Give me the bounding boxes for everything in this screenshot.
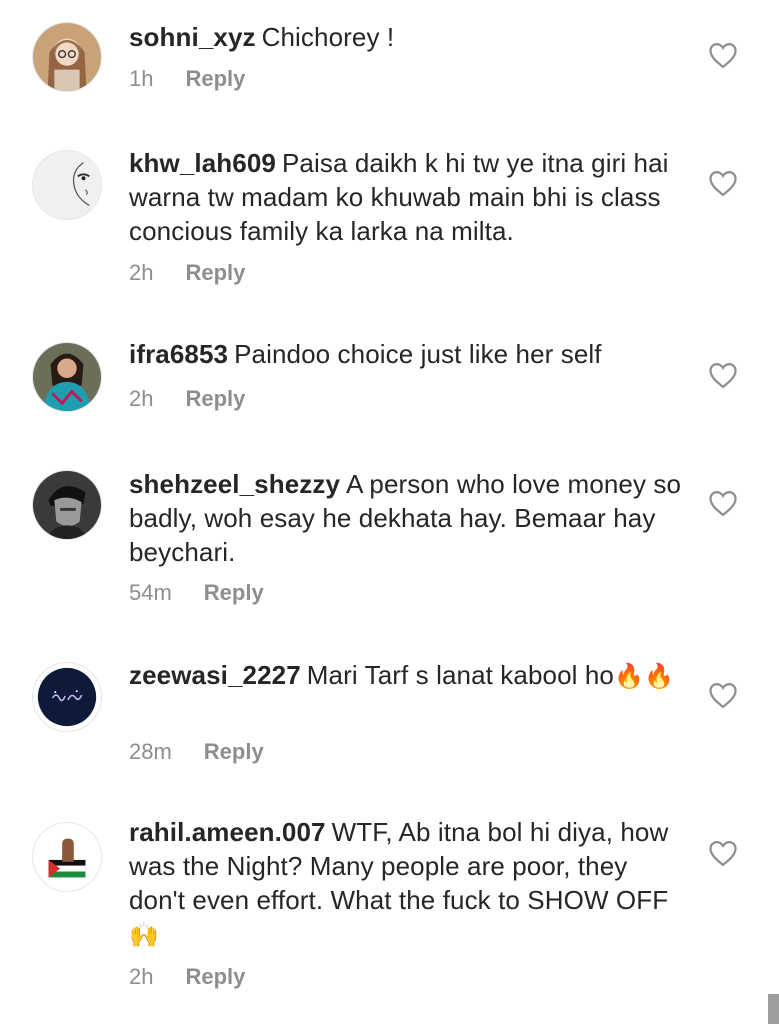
comment-text: rahil.ameen.007 WTF, Ab itna bol hi diya,… bbox=[129, 815, 689, 952]
comment-text: sohni_xyz Chichorey ! bbox=[129, 20, 689, 54]
like-heart-icon[interactable] bbox=[708, 169, 738, 197]
comment-text: khw_lah609 Paisa daikh k hi tw ye itna gi… bbox=[129, 146, 689, 248]
like-heart-icon[interactable] bbox=[708, 361, 738, 389]
comment-time: 28m bbox=[129, 739, 172, 764]
comment-time: 54m bbox=[129, 580, 172, 605]
script-logo-avatar-icon bbox=[33, 663, 101, 731]
comment-meta: 28m Reply bbox=[129, 739, 264, 765]
reply-button[interactable]: Reply bbox=[204, 580, 264, 605]
like-heart-icon[interactable] bbox=[708, 839, 738, 867]
avatar[interactable] bbox=[32, 342, 102, 412]
avatar[interactable] bbox=[32, 22, 102, 92]
reply-button[interactable]: Reply bbox=[185, 386, 245, 411]
reply-button[interactable]: Reply bbox=[204, 739, 264, 764]
comment-username[interactable]: sohni_xyz bbox=[129, 22, 256, 52]
face-sketch-avatar-icon bbox=[33, 151, 101, 219]
comment-time: 2h bbox=[129, 260, 154, 285]
comment-username[interactable]: ifra6853 bbox=[129, 339, 228, 369]
avatar[interactable] bbox=[32, 662, 102, 732]
comment-meta: 54m Reply bbox=[129, 580, 264, 606]
avatar[interactable] bbox=[32, 470, 102, 540]
comment-body: Chichorey ! bbox=[261, 22, 395, 52]
comment-body: Mari Tarf s lanat kabool ho bbox=[306, 660, 614, 690]
comment-text: shehzeel_shezzy A person who love money s… bbox=[129, 467, 689, 569]
comment-time: 1h bbox=[129, 66, 154, 91]
reply-button[interactable]: Reply bbox=[185, 66, 245, 91]
reply-button[interactable]: Reply bbox=[185, 260, 245, 285]
woman-portrait-avatar-icon bbox=[33, 343, 101, 411]
comment-time: 2h bbox=[129, 386, 154, 411]
comment-username[interactable]: zeewasi_2227 bbox=[129, 660, 301, 690]
comment-username[interactable]: shehzeel_shezzy bbox=[129, 469, 340, 499]
raising-hands-emoji-icon: 🙌 bbox=[129, 921, 159, 949]
comment-time: 2h bbox=[129, 964, 154, 989]
comment-text: ifra6853 Paindoo choice just like her sel… bbox=[129, 337, 689, 371]
comment-meta: 2h Reply bbox=[129, 260, 245, 286]
comment-body: Paindoo choice just like her self bbox=[234, 339, 602, 369]
like-heart-icon[interactable] bbox=[708, 681, 738, 709]
raised-fist-flag-avatar-icon bbox=[33, 823, 101, 891]
like-heart-icon[interactable] bbox=[708, 489, 738, 517]
avatar[interactable] bbox=[32, 822, 102, 892]
comment-username[interactable]: khw_lah609 bbox=[129, 148, 276, 178]
avatar[interactable] bbox=[32, 150, 102, 220]
man-portrait-avatar-icon bbox=[33, 471, 101, 539]
comment-meta: 1h Reply bbox=[129, 66, 245, 92]
comment-username[interactable]: rahil.ameen.007 bbox=[129, 817, 326, 847]
comment-meta: 2h Reply bbox=[129, 964, 245, 990]
girl-with-glasses-avatar-icon bbox=[33, 23, 101, 91]
reply-button[interactable]: Reply bbox=[185, 964, 245, 989]
like-heart-icon[interactable] bbox=[708, 41, 738, 69]
fire-emoji-icon: 🔥🔥 bbox=[613, 662, 674, 690]
scrollbar[interactable] bbox=[768, 994, 779, 1024]
comment-text: zeewasi_2227 Mari Tarf s lanat kabool ho🔥… bbox=[129, 658, 689, 693]
comment-meta: 2h Reply bbox=[129, 386, 245, 412]
